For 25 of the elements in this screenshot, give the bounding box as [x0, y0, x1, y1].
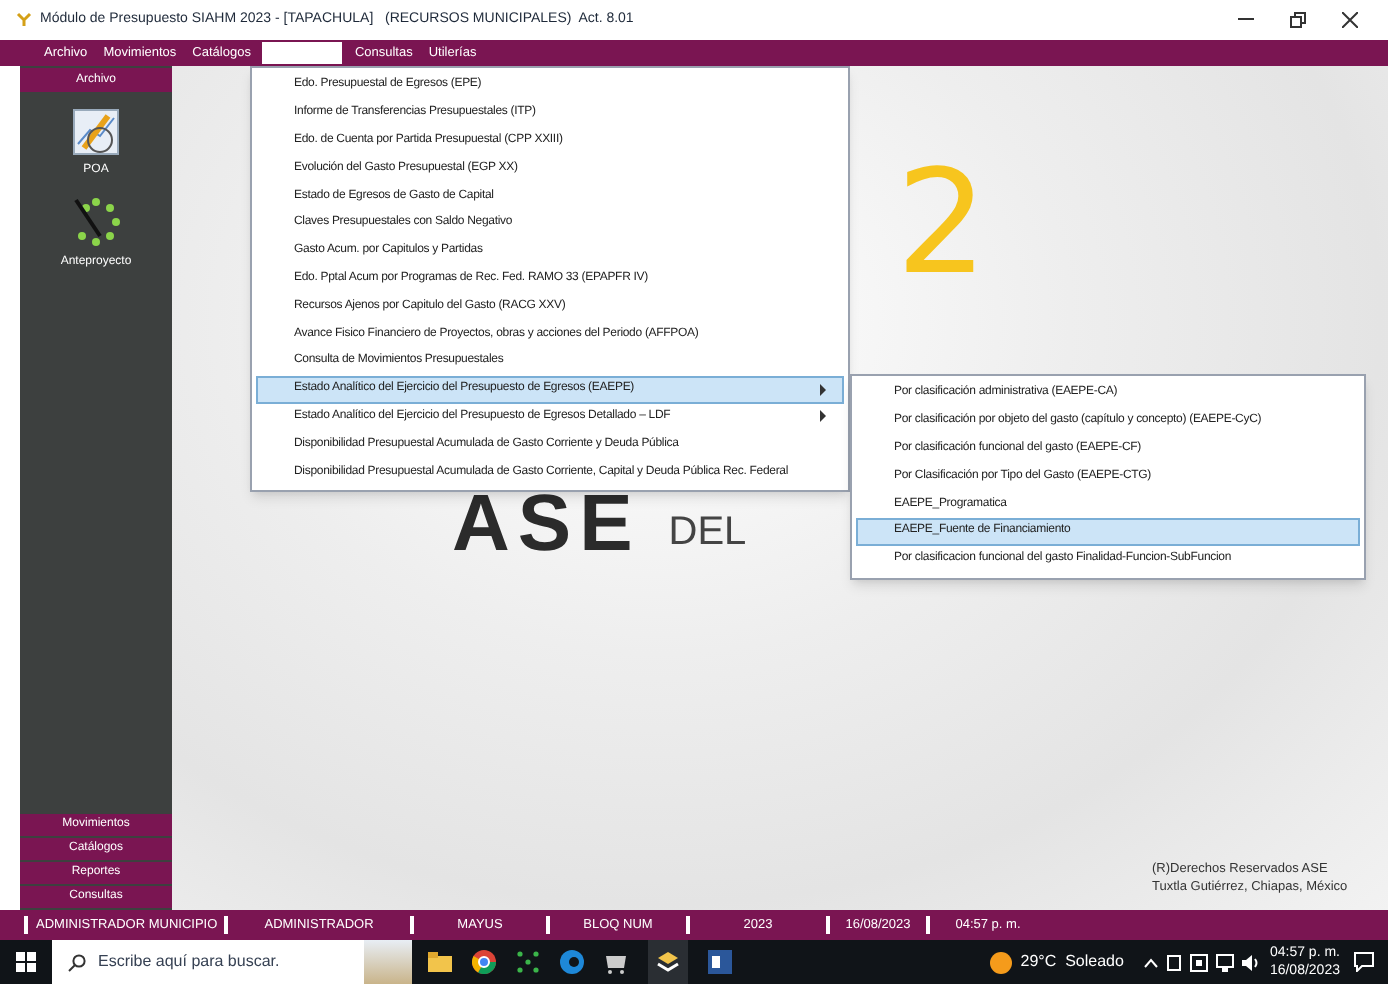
taskbar-search-field[interactable]: Escribe aquí para buscar.	[52, 940, 412, 984]
store-icon[interactable]	[604, 951, 628, 973]
windows-start-icon[interactable]	[16, 952, 36, 972]
folder-icon[interactable]	[428, 952, 452, 972]
word-icon[interactable]	[708, 950, 732, 974]
sun-icon	[990, 951, 1013, 973]
dots-app-icon[interactable]	[516, 950, 540, 974]
app-icon	[656, 950, 680, 974]
annotation-number: 2	[896, 150, 988, 294]
minimize-icon	[1238, 18, 1254, 22]
weather-text: 29°C Soleado	[1020, 950, 1124, 974]
chevron-up-icon[interactable]	[1143, 957, 1158, 967]
search-highlight-picture	[364, 940, 412, 984]
notification-icon[interactable]	[1354, 952, 1374, 972]
app-icon	[16, 12, 32, 28]
speaker-icon[interactable]	[1241, 953, 1260, 971]
restore-icon	[1290, 12, 1306, 28]
dial-icon[interactable]	[69, 196, 122, 248]
close-icon	[1342, 12, 1358, 28]
chart-pencil-icon[interactable]	[72, 108, 120, 156]
logo-letters: ASE	[452, 484, 641, 564]
active-app-button[interactable]	[648, 940, 688, 984]
search-icon	[68, 953, 86, 971]
logo-text: DEL	[668, 512, 747, 552]
browser-icon[interactable]	[472, 950, 496, 974]
